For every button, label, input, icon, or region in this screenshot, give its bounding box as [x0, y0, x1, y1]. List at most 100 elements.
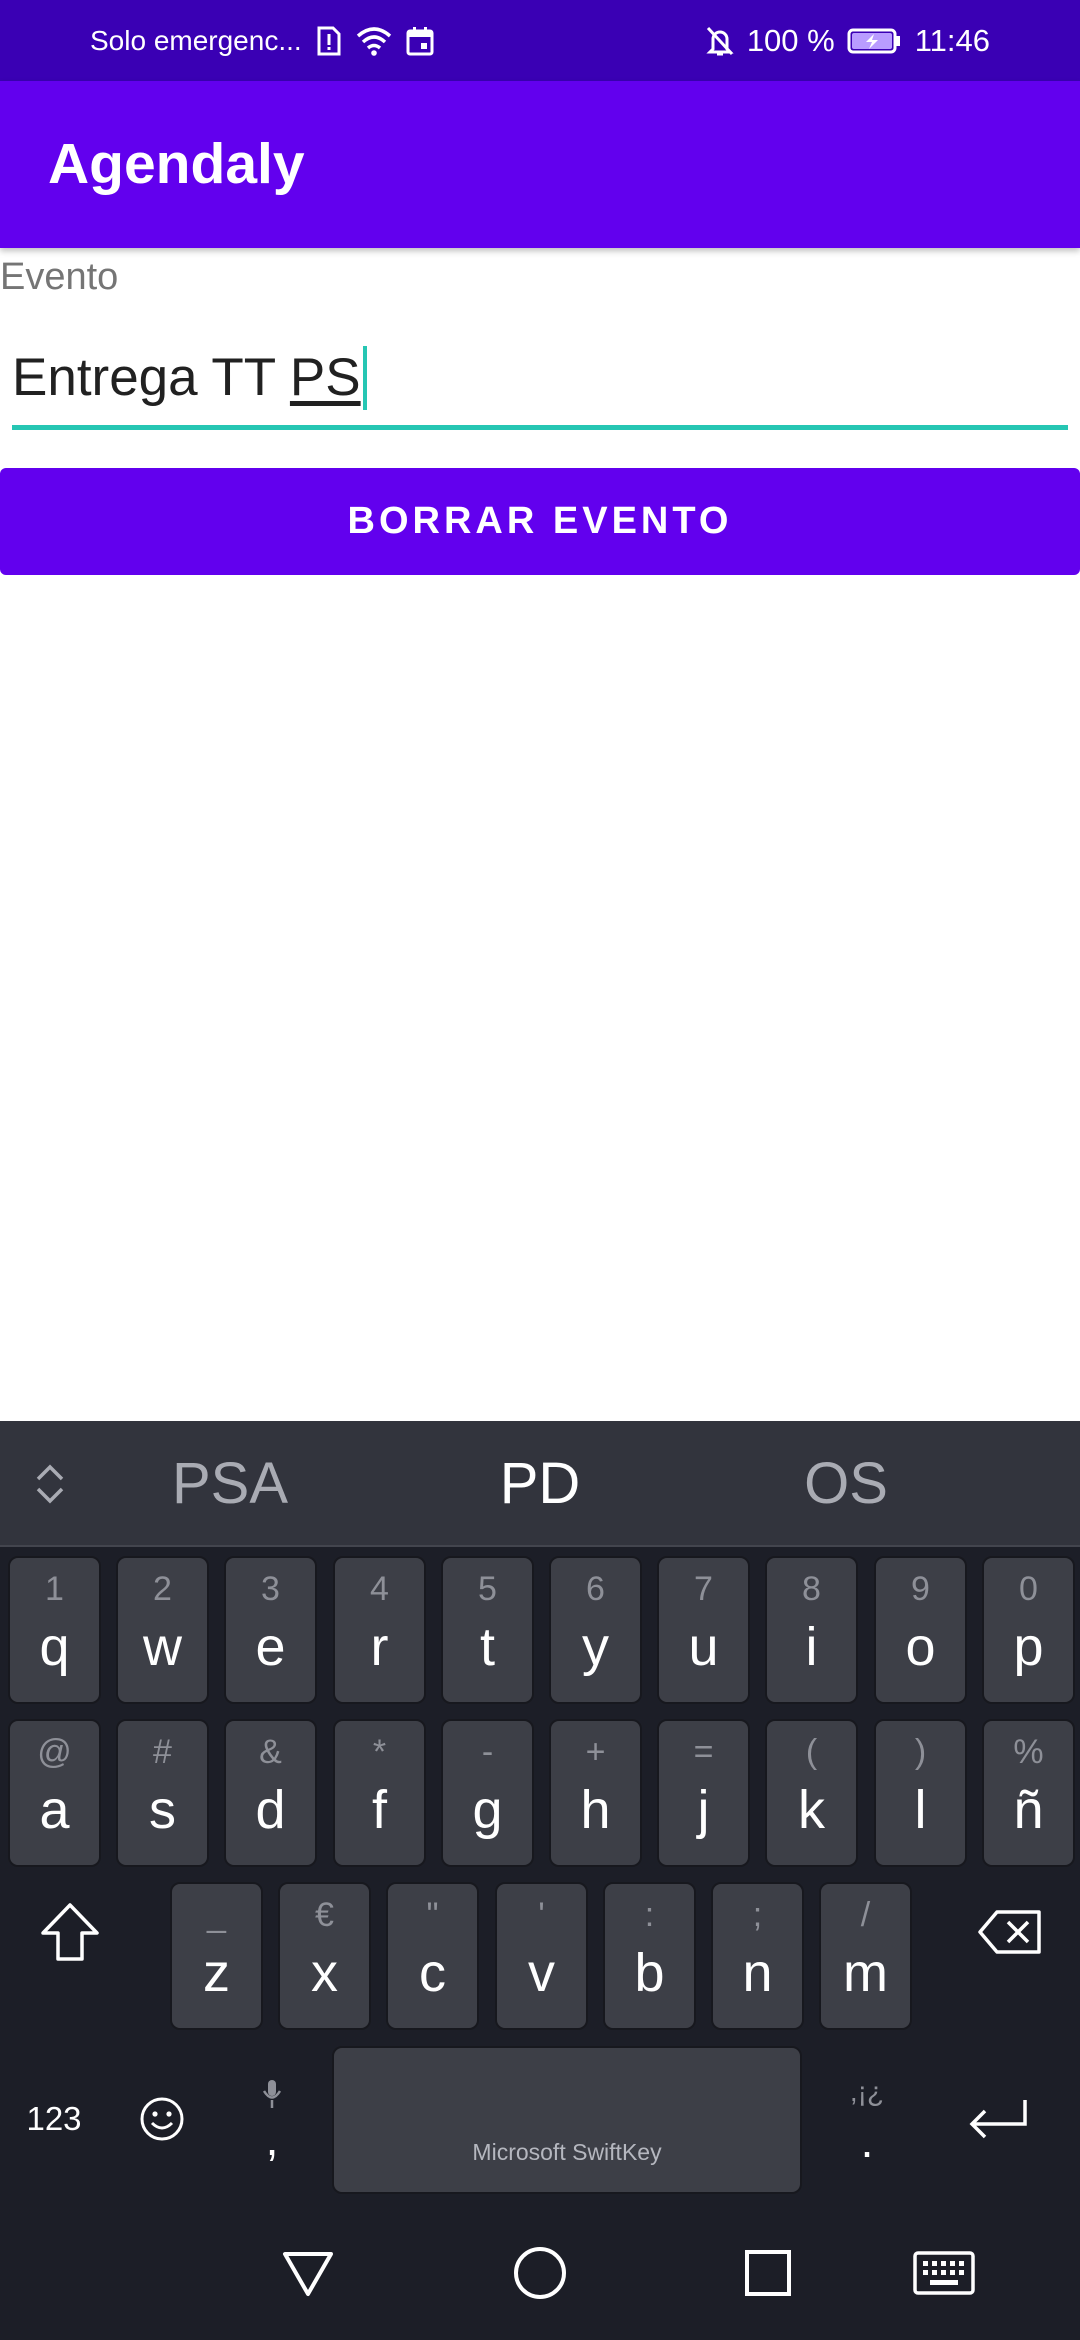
key-o[interactable]: 9o — [874, 1556, 967, 1704]
status-left: Solo emergenc... — [90, 0, 434, 81]
key-label: g — [472, 1780, 503, 1840]
key-k[interactable]: (k — [765, 1719, 858, 1867]
key-label: h — [580, 1780, 611, 1840]
clock: 11:46 — [914, 22, 990, 58]
key-b[interactable]: :b — [603, 1882, 696, 2030]
key-f[interactable]: * f — [333, 1719, 426, 1867]
event-field-label: Evento — [0, 256, 119, 298]
back-icon[interactable] — [268, 2233, 348, 2313]
shift-key[interactable] — [20, 1882, 120, 1982]
key-secondary-label: 9 — [911, 1570, 930, 1608]
key-z[interactable]: _ z — [170, 1882, 263, 2030]
key-y[interactable]: 6y — [549, 1556, 642, 1704]
suggestion-bar: PSA PD OS — [0, 1421, 1080, 1547]
key-x[interactable]: € x — [278, 1882, 371, 2030]
key-w[interactable]: 2w — [116, 1556, 209, 1704]
enter-icon — [969, 2100, 1027, 2139]
key-secondary-label: ( — [805, 1733, 818, 1771]
battery-charging-icon — [847, 27, 903, 55]
key-secondary-label: * — [372, 1733, 387, 1771]
suggestion-center[interactable]: PD — [440, 1421, 640, 1547]
key-secondary-label: 0 — [1019, 1570, 1038, 1608]
key-n[interactable]: ; n — [711, 1882, 804, 2030]
key-secondary-label: = — [693, 1733, 714, 1771]
key-secondary-label: 4 — [370, 1570, 389, 1608]
key-g[interactable]: -g — [441, 1719, 534, 1867]
key-secondary-label: : — [644, 1896, 655, 1934]
key-secondary-label: + — [585, 1733, 606, 1771]
key-secondary-label: # — [153, 1733, 172, 1771]
period-label: . — [860, 2115, 874, 2167]
key-m[interactable]: / m — [819, 1882, 912, 2030]
key-secondary-label: / — [860, 1896, 871, 1934]
key-label: f — [371, 1780, 387, 1840]
backspace-key[interactable] — [960, 1882, 1060, 1982]
key-secondary-label: _ — [207, 1896, 226, 1934]
key-secondary-label: 8 — [802, 1570, 821, 1608]
home-icon[interactable] — [500, 2233, 580, 2313]
key-l[interactable]: ) l — [874, 1719, 967, 1867]
key-a[interactable]: @ a — [8, 1719, 101, 1867]
key-secondary-label: € — [315, 1896, 334, 1934]
key-label: z — [203, 1943, 230, 2003]
key-i[interactable]: 8i — [765, 1556, 858, 1704]
keyboard-switch-icon[interactable] — [904, 2233, 984, 2313]
key-label: j — [697, 1780, 710, 1840]
key-v[interactable]: ' v — [495, 1882, 588, 2030]
key-r[interactable]: 4r — [333, 1556, 426, 1704]
key-u[interactable]: 7u — [657, 1556, 750, 1704]
key-label: s — [149, 1780, 176, 1840]
keyboard: PSA PD OS 1 q 2 w 3 e 4 r 5 t 6 y 7 u 8 i 9 o 0 p @ a # s & d * f - g… — [0, 1421, 1080, 2203]
key-label: b — [634, 1943, 665, 2003]
key-label: k — [798, 1780, 825, 1840]
app-title: Agendaly — [48, 132, 305, 196]
key-label: a — [39, 1780, 70, 1840]
recents-icon[interactable] — [728, 2233, 808, 2313]
key-c[interactable]: " c — [386, 1882, 479, 2030]
key-e[interactable]: 3e — [224, 1556, 317, 1704]
key-label: i — [805, 1617, 818, 1677]
suggestion-right[interactable]: OS — [746, 1421, 946, 1547]
numbers-key[interactable]: 123 — [4, 2069, 104, 2169]
space-key[interactable]: Microsoft SwiftKey — [332, 2046, 802, 2194]
key-label: y — [582, 1617, 609, 1677]
period-key[interactable]: ,¡¿ . — [822, 2046, 912, 2194]
microphone-icon — [262, 2080, 282, 2108]
key-secondary-label: 2 — [153, 1570, 172, 1608]
key-secondary-label: - — [481, 1733, 494, 1771]
enter-key[interactable] — [948, 2069, 1048, 2169]
event-input[interactable]: Entrega TT PS — [12, 330, 1068, 430]
expand-toolbar-icon[interactable] — [20, 1449, 80, 1519]
comma-key[interactable]: , — [232, 2046, 312, 2194]
key-d[interactable]: & d — [224, 1719, 317, 1867]
key-h[interactable]: + h — [549, 1719, 642, 1867]
event-input-composing-text: PS — [289, 348, 361, 407]
key-s[interactable]: # s — [116, 1719, 209, 1867]
key-secondary-label: ' — [538, 1896, 545, 1934]
key-q[interactable]: 1q — [8, 1556, 101, 1704]
key-j[interactable]: = j — [657, 1719, 750, 1867]
key-label: r — [370, 1617, 389, 1677]
key-label: u — [688, 1617, 719, 1677]
key-secondary-label: % — [1013, 1733, 1044, 1771]
key-secondary-label: " — [426, 1896, 439, 1934]
key-t[interactable]: 5t — [441, 1556, 534, 1704]
key-ñ[interactable]: % ñ — [982, 1719, 1075, 1867]
key-p[interactable]: 0p — [982, 1556, 1075, 1704]
app-bar: Agendaly — [0, 81, 1080, 248]
key-label: q — [39, 1617, 70, 1677]
key-label: o — [905, 1617, 936, 1677]
key-secondary-label: 1 — [45, 1570, 64, 1608]
key-label: c — [419, 1943, 446, 2003]
bell-off-icon — [705, 25, 735, 57]
event-input-text: Entrega TT — [12, 348, 290, 407]
delete-event-button[interactable]: BORRAR EVENTO — [0, 468, 1080, 575]
emoji-key[interactable] — [112, 2069, 212, 2169]
key-label: ñ — [1013, 1780, 1044, 1840]
key-label: t — [479, 1617, 495, 1677]
shift-icon — [41, 1903, 99, 1961]
status-bar: Solo emergenc... 100 % 11:46 — [0, 0, 1080, 81]
suggestion-left[interactable]: PSA — [130, 1421, 330, 1547]
period-secondary-label: ,¡¿ — [849, 2076, 885, 2107]
key-label: w — [143, 1617, 182, 1677]
